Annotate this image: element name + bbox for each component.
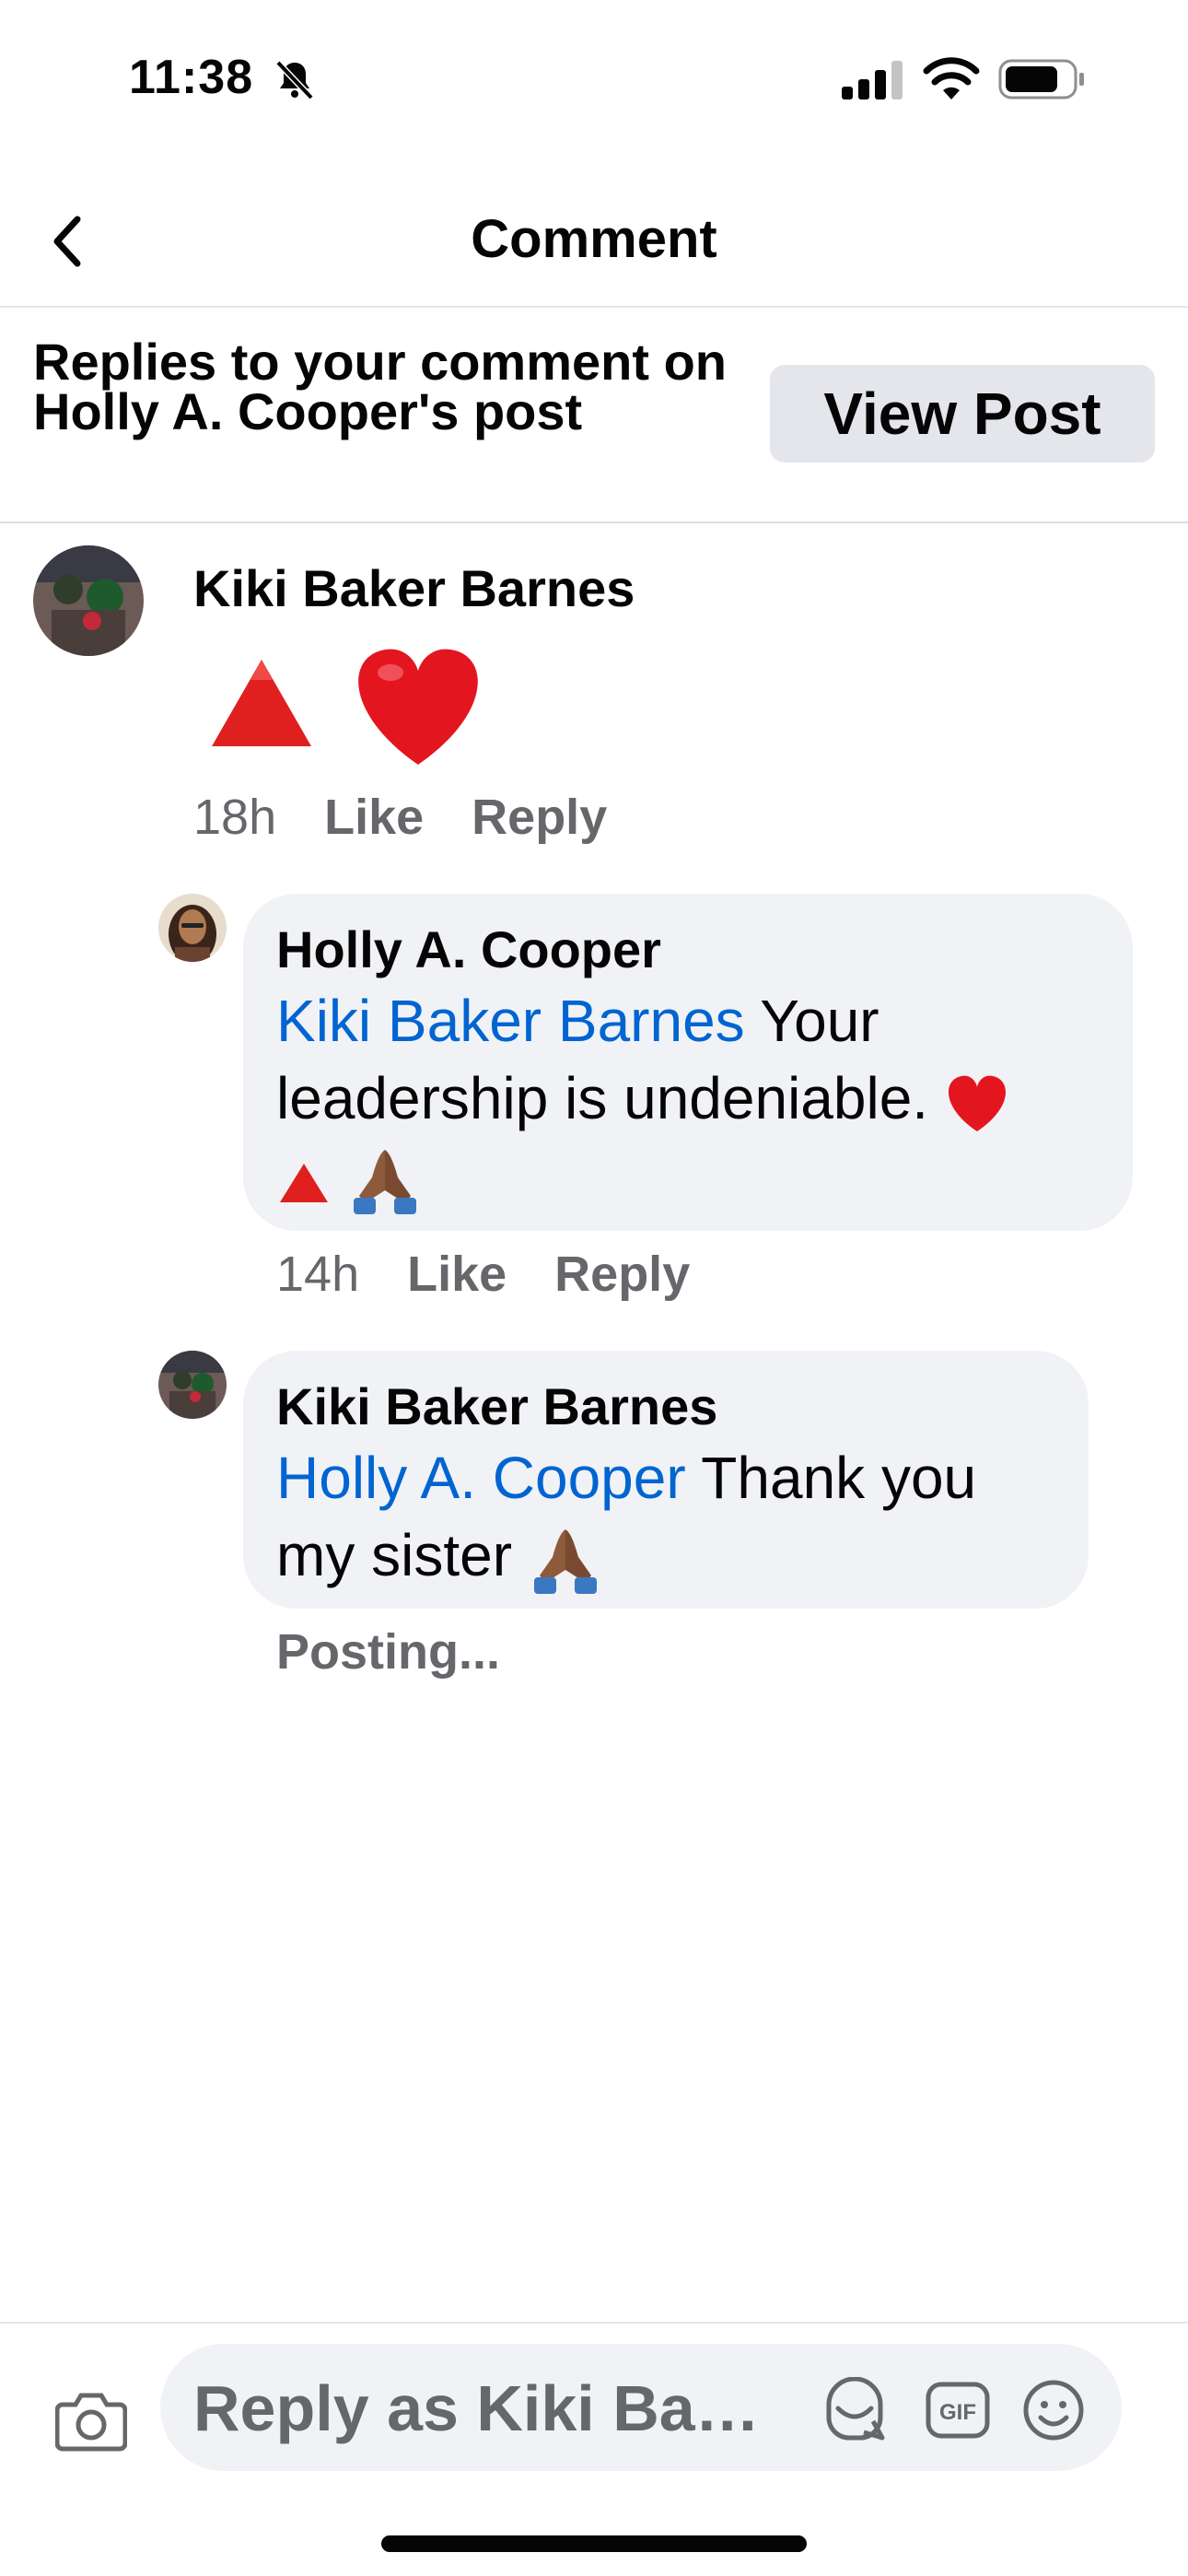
- reply-time: 14h: [276, 1247, 360, 1302]
- smiley-icon[interactable]: [1020, 2377, 1087, 2443]
- gif-icon[interactable]: GIF: [925, 2377, 991, 2443]
- reply-text: Holly A. Cooper Thank you my sister: [276, 1439, 1055, 1595]
- reply-actions: 14h Like Reply: [276, 1246, 690, 1303]
- reply-button[interactable]: Reply: [472, 789, 607, 846]
- reply-author[interactable]: Kiki Baker Barnes: [276, 1375, 1055, 1439]
- page-title: Comment: [471, 209, 717, 269]
- battery-icon: [998, 59, 1084, 100]
- comment-actions: 18h Like Reply: [193, 789, 607, 846]
- red-heart-icon: [948, 1075, 1006, 1132]
- svg-text:GIF: GIF: [939, 2400, 976, 2425]
- reply-bubble[interactable]: Kiki Baker Barnes Holly A. Cooper Thank …: [243, 1351, 1089, 1609]
- camera-icon[interactable]: [55, 2386, 127, 2453]
- status-time: 11:38: [129, 51, 254, 104]
- wifi-icon: [923, 57, 980, 100]
- replies-banner: Replies to your comment on Holly A. Coop…: [0, 310, 1188, 523]
- home-indicator[interactable]: [381, 2535, 807, 2552]
- comment-author[interactable]: Kiki Baker Barnes: [193, 558, 635, 618]
- avatar[interactable]: [158, 894, 227, 962]
- mention-link[interactable]: Kiki Baker Barnes: [276, 988, 745, 1054]
- like-button[interactable]: Like: [407, 1246, 507, 1303]
- comment-time: 18h: [193, 790, 277, 845]
- reply-author[interactable]: Holly A. Cooper: [276, 918, 1100, 982]
- reply-text: Kiki Baker Barnes Your leadership is und…: [276, 982, 1100, 1215]
- posting-status: Posting...: [276, 1623, 500, 1680]
- bell-slash-icon: [275, 60, 314, 100]
- red-heart-icon: [358, 649, 478, 765]
- red-triangle-icon: [212, 660, 311, 746]
- folded-hands-icon: [353, 1150, 416, 1215]
- status-bar: 11:38: [0, 0, 1188, 157]
- header-bar: Comment: [0, 175, 1188, 308]
- avatar[interactable]: [158, 1351, 227, 1419]
- view-post-button[interactable]: View Post: [770, 365, 1155, 463]
- banner-text: Replies to your comment on Holly A. Coop…: [33, 336, 733, 440]
- cell-signal-icon: [842, 61, 903, 100]
- banner-suffix: 's post: [417, 382, 583, 440]
- avatar[interactable]: [33, 545, 144, 656]
- status-text: Posting...: [276, 1624, 500, 1680]
- like-button[interactable]: Like: [324, 789, 424, 846]
- red-triangle-icon: [280, 1164, 328, 1203]
- banner-post-owner[interactable]: Holly A. Cooper: [33, 382, 418, 440]
- reply-bubble[interactable]: Holly A. Cooper Kiki Baker Barnes Your l…: [243, 894, 1133, 1231]
- sticker-icon[interactable]: [821, 2377, 888, 2443]
- reply-button[interactable]: Reply: [554, 1246, 690, 1303]
- mention-link[interactable]: Holly A. Cooper: [276, 1445, 686, 1511]
- reply-input[interactable]: Reply as Kiki Bake... GIF: [160, 2344, 1122, 2471]
- comment-emojis: [212, 649, 478, 765]
- folded-hands-icon: [533, 1529, 597, 1595]
- reply-placeholder: Reply as Kiki Bake...: [193, 2372, 783, 2444]
